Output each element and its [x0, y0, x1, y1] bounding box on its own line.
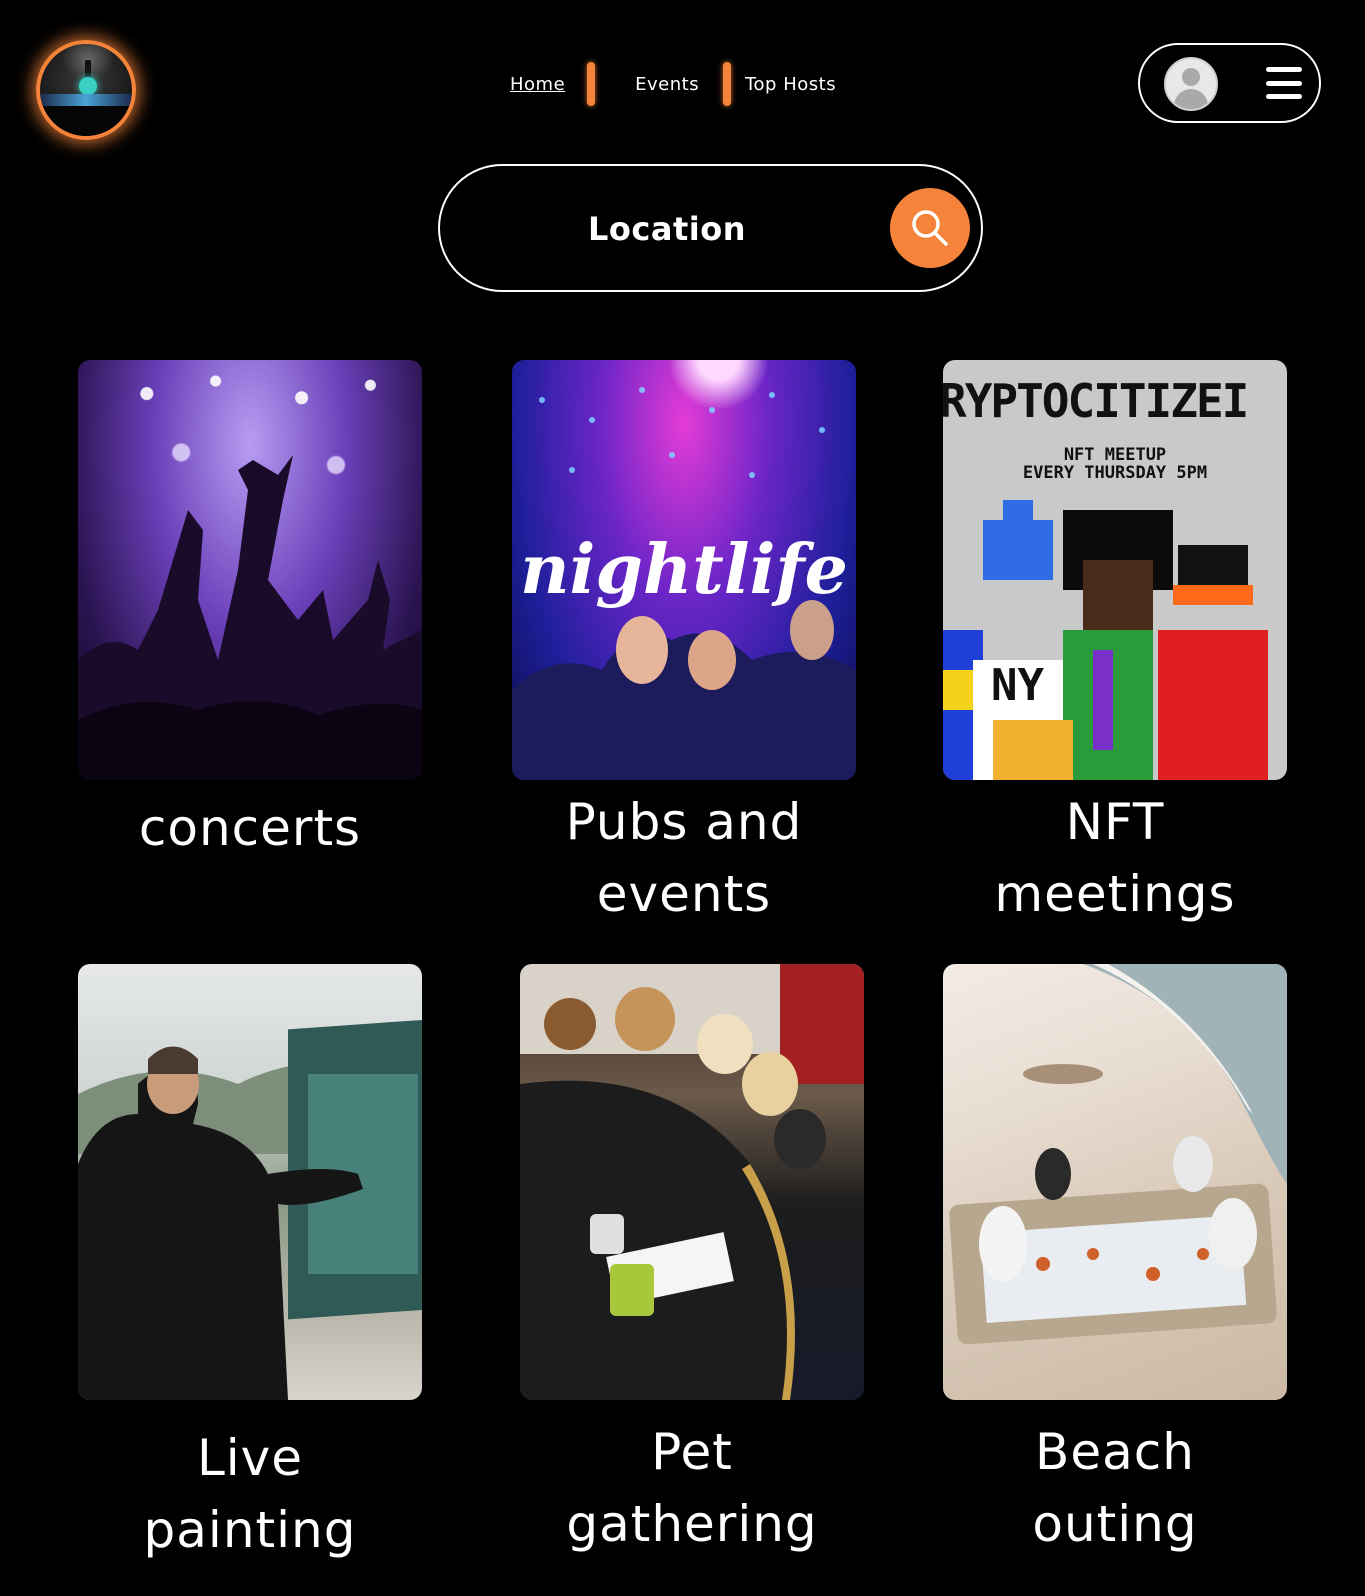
nav-top-hosts-link[interactable]: Top Hosts — [745, 74, 836, 95]
page: Home Events Top Hosts Location concerts … — [0, 0, 1365, 1596]
category-label: Pubs and events — [512, 786, 856, 930]
painter-scene — [78, 1019, 422, 1400]
live-painting-image — [78, 964, 422, 1400]
category-label: Pet gathering — [520, 1416, 864, 1560]
location-input[interactable] — [500, 196, 834, 262]
category-label: NFT meetings — [943, 786, 1287, 930]
menu-icon[interactable] — [1266, 67, 1302, 99]
nav-separator — [587, 62, 596, 106]
category-card-nft[interactable]: RYPTOCITIZEI NFT MEETUP EVERY THURSDAY 5… — [943, 360, 1287, 930]
category-label-line: outing — [1032, 1495, 1198, 1553]
menu-bar — [1266, 94, 1302, 99]
beach-outing-image — [943, 964, 1287, 1400]
category-label-line: events — [596, 865, 772, 923]
category-card-beach-outing[interactable]: Beach outing — [943, 964, 1287, 1560]
logo-orb — [79, 77, 97, 95]
category-label-line: Live — [196, 1429, 304, 1487]
category-label-line: Pubs and — [565, 793, 803, 851]
category-card-pet-gathering[interactable]: Pet gathering — [520, 964, 864, 1560]
category-label-line: Pet — [651, 1423, 733, 1481]
category-label: Live painting — [78, 1422, 422, 1566]
nav-home-link[interactable]: Home — [510, 74, 565, 95]
concerts-image — [78, 360, 422, 780]
search-icon — [912, 210, 948, 246]
main-nav: Home Events Top Hosts — [510, 62, 836, 106]
category-label-line: Beach — [1035, 1423, 1195, 1481]
category-label: concerts — [78, 792, 422, 864]
logo-stage — [40, 94, 132, 106]
nightlife-image-text: nightlife — [520, 530, 848, 610]
nightlife-image: nightlife — [512, 360, 856, 780]
nft-image-badge: NY — [991, 660, 1044, 711]
avatar-head — [1182, 68, 1200, 86]
beach-picnic-scene — [949, 964, 1287, 1345]
category-label-line: gathering — [566, 1495, 818, 1553]
dogs-table-scene — [520, 964, 864, 1400]
crowd-silhouette — [78, 455, 422, 780]
category-card-pubs[interactable]: nightlife Pubs and events — [512, 360, 856, 930]
category-label-line: concerts — [138, 799, 362, 857]
category-label-line: meetings — [994, 865, 1236, 923]
pixel-characters — [943, 500, 1268, 780]
user-menu[interactable] — [1138, 43, 1321, 123]
category-label-line: painting — [143, 1501, 357, 1559]
nav-separator — [723, 62, 732, 106]
menu-bar — [1266, 67, 1302, 72]
logo-base — [40, 106, 132, 136]
category-card-live-painting[interactable]: Live painting — [78, 964, 422, 1566]
location-search — [438, 164, 983, 292]
search-button[interactable] — [890, 188, 970, 268]
category-label: Beach outing — [943, 1416, 1287, 1560]
menu-bar — [1266, 80, 1302, 86]
logo-icon[interactable] — [36, 40, 136, 140]
category-card-concerts[interactable]: concerts — [78, 360, 422, 864]
avatar-body — [1174, 89, 1208, 109]
nav-events-link[interactable]: Events — [635, 74, 699, 95]
nft-meetup-image: RYPTOCITIZEI NFT MEETUP EVERY THURSDAY 5… — [943, 360, 1287, 780]
avatar-icon[interactable] — [1164, 57, 1218, 111]
pet-gathering-image — [520, 964, 864, 1400]
category-label-line: NFT — [1065, 793, 1165, 851]
